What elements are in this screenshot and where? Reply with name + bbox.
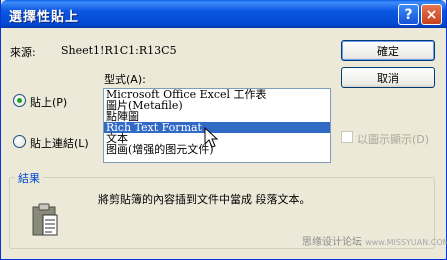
result-title: 結果 (15, 170, 43, 186)
watermark-text: 思缘设计论坛 (302, 237, 362, 248)
title-bar[interactable]: 選擇性貼上 ? × (1, 0, 446, 28)
display-as-icon-label[interactable]: 以圖示顯示(D) (357, 131, 429, 147)
watermark-site: www.MISSYUAN.COM (365, 238, 447, 247)
help-icon: ? (404, 6, 413, 23)
format-label: 型式(A): (104, 73, 146, 86)
paste-link-radio[interactable] (13, 135, 26, 148)
clipboard-icon (32, 203, 58, 236)
paste-radio-label[interactable]: 貼上(P) (30, 94, 67, 110)
cancel-button[interactable]: 取消 (341, 67, 435, 88)
format-listbox[interactable]: Microsoft Office Excel 工作表 圖片(Metafile) … (103, 88, 331, 163)
arrow-cursor-icon (204, 127, 219, 148)
source-label: 來源: (10, 46, 36, 59)
cancel-button-label: 取消 (377, 71, 399, 85)
window-title: 選擇性貼上 (9, 10, 80, 25)
paste-radio[interactable] (13, 94, 26, 107)
ok-button[interactable]: 確定 (341, 40, 435, 61)
close-button[interactable]: × (421, 4, 442, 25)
paste-special-dialog: 選擇性貼上 ? × 來源: Sheet1!R1C1:R13C5 型式(A): 貼… (0, 0, 447, 260)
watermark: 思缘设计论坛 www.MISSYUAN.COM (302, 233, 447, 248)
ok-button-label: 確定 (377, 44, 399, 58)
help-button[interactable]: ? (398, 4, 419, 25)
display-as-icon-checkbox[interactable] (341, 131, 353, 143)
paste-link-radio-label[interactable]: 貼上連結(L) (30, 135, 89, 151)
result-description: 將剪貼簿的內容插到文件中當成 段落文本。 (98, 193, 311, 206)
source-value: Sheet1!R1C1:R13C5 (61, 44, 177, 57)
close-icon: × (425, 6, 438, 23)
